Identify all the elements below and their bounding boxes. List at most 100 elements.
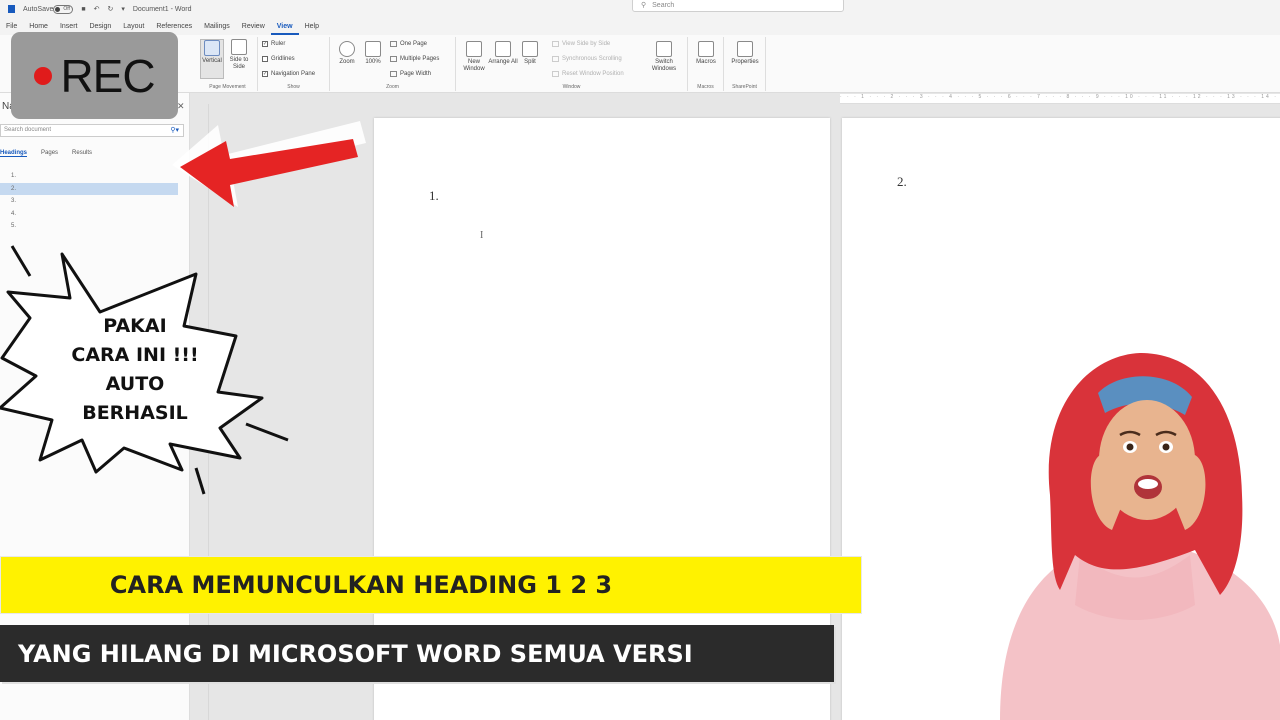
side-to-side-icon — [231, 39, 247, 55]
arrange-all-icon — [495, 41, 511, 57]
split-label: Split — [524, 59, 536, 65]
navigation-search-input[interactable]: Search document ⚲▾ — [0, 124, 184, 137]
switch-windows-icon — [656, 41, 672, 57]
title-bar: AutoSave Off ■ ↶ ↻ ▾ Document1 - Word ⚲ … — [0, 0, 1280, 18]
heading-item[interactable]: 4. — [0, 208, 178, 221]
tab-headings[interactable]: Headings — [0, 150, 28, 157]
ribbon: Vertical Side to Side Page Movement ✓ Rul… — [0, 35, 1280, 93]
macros-group-label: Macros — [697, 84, 714, 90]
burst-line: BERHASIL — [82, 402, 188, 424]
burst-accent-line — [245, 422, 289, 442]
page-width-button[interactable]: Page Width — [390, 71, 431, 77]
banner-subtitle: YANG HILANG DI MICROSOFT WORD SEMUA VERS… — [18, 639, 693, 668]
navigation-pane-check-icon: ✓ — [262, 71, 268, 77]
tab-results[interactable]: Results — [72, 150, 92, 157]
gridlines-checkbox[interactable]: Gridlines — [262, 56, 295, 62]
heading-item[interactable]: 1. — [0, 170, 178, 183]
save-icon[interactable]: ■ — [81, 6, 85, 13]
switch-windows-button[interactable]: Switch Windows — [646, 41, 682, 73]
starburst-text: PAKAI CARA INI !!! AUTO BERHASIL — [40, 312, 230, 428]
multiple-pages-icon — [390, 56, 397, 62]
zoom-group-label: Zoom — [386, 84, 399, 90]
qat-customize-icon[interactable]: ▾ — [121, 5, 125, 13]
navigation-search-placeholder: Search document — [4, 127, 52, 133]
zoom-100-button[interactable]: 100% — [362, 41, 384, 66]
page-width-label: Page Width — [400, 71, 432, 77]
red-arrow-icon — [172, 121, 366, 207]
title-banner: CARA MEMUNCULKAN HEADING 1 2 3 — [0, 556, 862, 614]
zoom-100-icon — [365, 41, 381, 57]
one-page-button[interactable]: One Page — [390, 41, 427, 47]
side-to-side-button[interactable]: Side to Side — [226, 39, 252, 79]
surprised-woman-image — [1000, 353, 1280, 720]
horizontal-ruler[interactable]: · · · 1 · · · 2 · · · 3 · · · 4 · · · 5 … — [840, 94, 1280, 104]
zoom-group: Zoom 100% One Page Multiple Pages Page W… — [330, 37, 456, 91]
synchronous-scrolling-label: Synchronous Scrolling — [562, 56, 622, 62]
sharepoint-group: Properties SharePoint — [724, 37, 766, 91]
autosave-toggle[interactable]: Off — [53, 4, 74, 14]
synchronous-scrolling-button[interactable]: Synchronous Scrolling — [552, 56, 622, 62]
one-page-icon — [390, 41, 397, 47]
vertical-button[interactable]: Vertical — [200, 39, 224, 79]
heading-item[interactable]: 3. — [0, 195, 178, 208]
macros-label: Macros — [696, 59, 716, 65]
title-search-placeholder: Search — [652, 1, 675, 9]
zoom-100-label: 100% — [365, 59, 381, 65]
page-width-icon — [390, 71, 397, 77]
redo-icon[interactable]: ↻ — [107, 5, 113, 13]
view-side-by-side-icon — [552, 41, 559, 47]
ruler-checkbox[interactable]: ✓ Ruler — [262, 41, 285, 47]
tab-view[interactable]: View — [270, 18, 299, 35]
tab-review[interactable]: Review — [236, 18, 271, 35]
gridlines-label: Gridlines — [271, 56, 295, 62]
ruler-check-icon: ✓ — [262, 41, 268, 47]
tab-pages[interactable]: Pages — [41, 150, 58, 157]
arrange-all-label: Arrange All — [488, 59, 518, 65]
reset-window-position-icon — [552, 71, 559, 77]
view-side-by-side-button[interactable]: View Side by Side — [552, 41, 610, 47]
word-icon[interactable] — [8, 5, 15, 13]
reset-window-position-button[interactable]: Reset Window Position — [552, 71, 624, 77]
burst-accent-line — [10, 245, 32, 277]
window-group: New Window Arrange All Split View Side b… — [456, 37, 688, 91]
properties-icon — [737, 41, 753, 57]
tab-help[interactable]: Help — [299, 18, 325, 35]
document-title: Document1 - Word — [132, 5, 192, 13]
sharepoint-group-label: SharePoint — [732, 84, 757, 90]
gridlines-check-icon — [262, 56, 268, 62]
undo-icon[interactable]: ↶ — [94, 5, 100, 13]
synchronous-scrolling-icon — [552, 56, 559, 62]
page-2-heading: 2. — [897, 174, 907, 189]
page-1-heading: 1. — [429, 188, 439, 203]
burst-line: PAKAI — [103, 315, 167, 337]
zoom-button[interactable]: Zoom — [336, 41, 358, 66]
new-window-button[interactable]: New Window — [460, 41, 488, 73]
close-icon[interactable]: ✕ — [177, 101, 185, 112]
view-side-by-side-label: View Side by Side — [562, 41, 611, 47]
rec-badge: REC — [11, 32, 178, 119]
rec-label: REC — [60, 49, 155, 102]
multiple-pages-button[interactable]: Multiple Pages — [390, 56, 439, 62]
side-to-side-label: Side to Side — [229, 57, 249, 70]
vertical-label: Vertical — [202, 58, 222, 64]
properties-button[interactable]: Properties — [728, 41, 762, 66]
reset-window-position-label: Reset Window Position — [562, 71, 624, 77]
page-movement-group-label: Page Movement — [209, 84, 246, 90]
split-button[interactable]: Split — [518, 41, 542, 66]
macros-button[interactable]: Macros — [692, 41, 720, 66]
record-dot-icon — [34, 66, 53, 85]
macros-group: Macros Macros — [688, 37, 724, 91]
heading-list: 1. 2. 3. 4. 5. — [0, 170, 178, 233]
navigation-pane-checkbox[interactable]: ✓ Navigation Pane — [262, 71, 315, 77]
macros-icon — [698, 41, 714, 57]
arrange-all-button[interactable]: Arrange All — [488, 41, 518, 66]
burst-line: CARA INI !!! — [71, 344, 199, 366]
zoom-label: Zoom — [339, 59, 355, 65]
title-search-input[interactable]: ⚲ Search — [632, 0, 844, 12]
heading-item[interactable]: 2. — [0, 182, 178, 195]
burst-line: AUTO — [105, 373, 165, 395]
tab-mailings[interactable]: Mailings — [198, 18, 236, 35]
heading-item[interactable]: 5. — [0, 220, 178, 233]
navigation-pane-label: Navigation Pane — [271, 71, 316, 77]
screenshot-stage: AutoSave Off ■ ↶ ↻ ▾ Document1 - Word ⚲ … — [0, 0, 1280, 720]
